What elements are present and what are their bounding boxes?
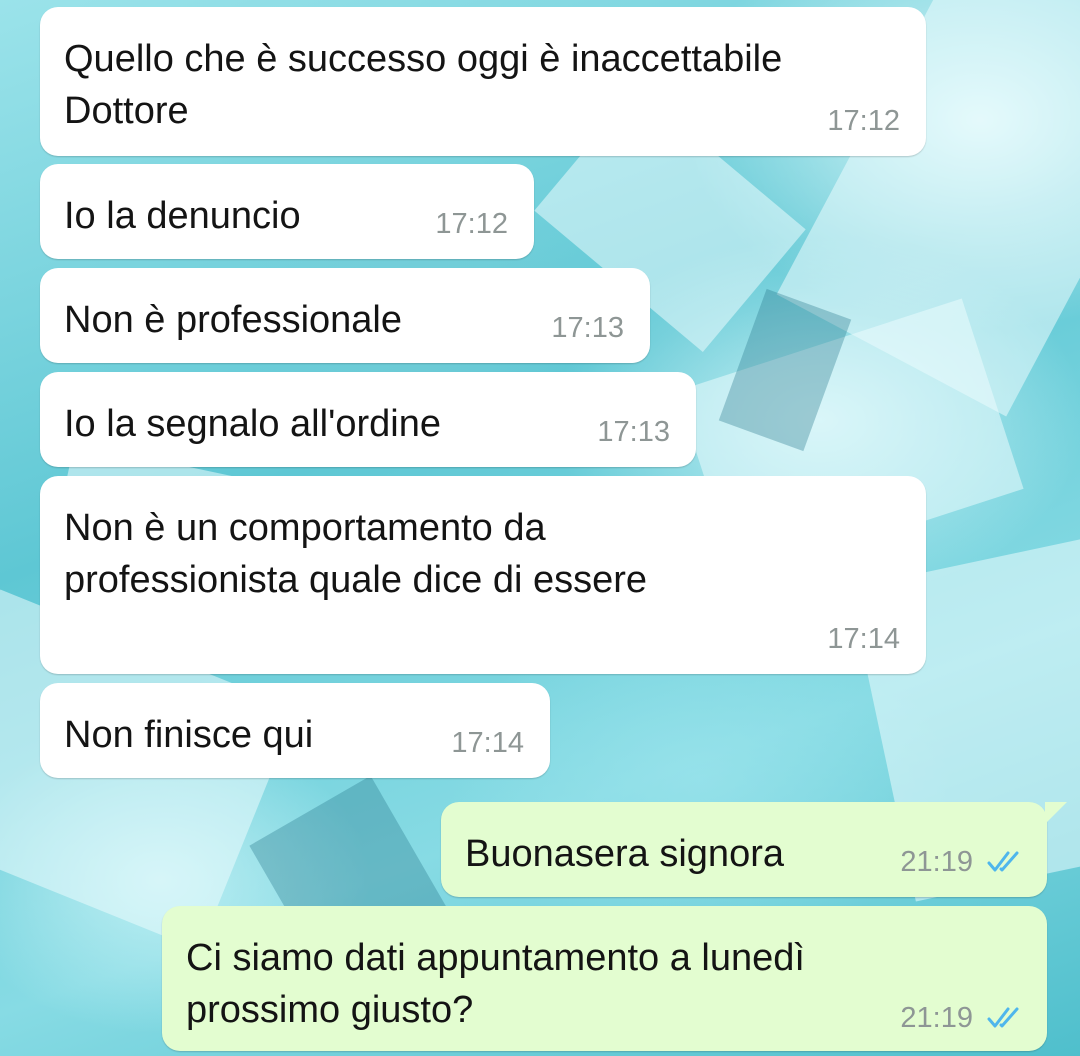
message-timestamp: 17:13 (597, 416, 670, 448)
message-text-line: professionista quale dice di essere (64, 559, 648, 601)
incoming-message-bubble[interactable]: Io la segnalo all'ordine 17:13 (40, 372, 696, 467)
message-list: Quello che è successo oggi è inaccettabi… (0, 0, 1080, 1056)
message-timestamp: 17:12 (435, 208, 508, 240)
message-timestamp: 17:13 (551, 312, 624, 344)
bubble-tail (1045, 802, 1067, 824)
message-text-line: Io la segnalo all'ordine (64, 403, 441, 445)
double-check-read-icon (987, 851, 1019, 872)
message-timestamp: 17:14 (827, 623, 900, 655)
outgoing-message-bubble[interactable]: Ci siamo dati appuntamento a lunedì pros… (162, 906, 1047, 1051)
message-text-line: Ci siamo dati appuntamento a lunedì (186, 937, 805, 979)
message-timestamp: 17:14 (451, 727, 524, 759)
incoming-message-bubble[interactable]: Non è un comportamento da professionista… (40, 476, 926, 674)
outgoing-message-bubble[interactable]: Buonasera signora 21:19 (441, 802, 1067, 897)
message-text-line: Dottore (64, 90, 189, 132)
incoming-message-bubble[interactable]: Non è professionale 17:13 (40, 268, 650, 363)
message-timestamp: 17:12 (827, 105, 900, 137)
message-text-line: Non è professionale (64, 299, 402, 341)
message-timestamp: 21:19 (900, 846, 973, 878)
incoming-message-bubble[interactable]: Quello che è successo oggi è inaccettabi… (40, 7, 926, 156)
message-timestamp: 21:19 (900, 1002, 973, 1034)
double-check-read-icon (987, 1007, 1019, 1028)
message-text-line: Quello che è successo oggi è inaccettabi… (64, 38, 783, 80)
incoming-message-bubble[interactable]: Io la denuncio 17:12 (40, 164, 534, 259)
message-text-line: prossimo giusto? (186, 989, 474, 1031)
message-text-line: Non è un comportamento da (64, 507, 546, 549)
incoming-message-bubble[interactable]: Non finisce qui 17:14 (40, 683, 550, 778)
